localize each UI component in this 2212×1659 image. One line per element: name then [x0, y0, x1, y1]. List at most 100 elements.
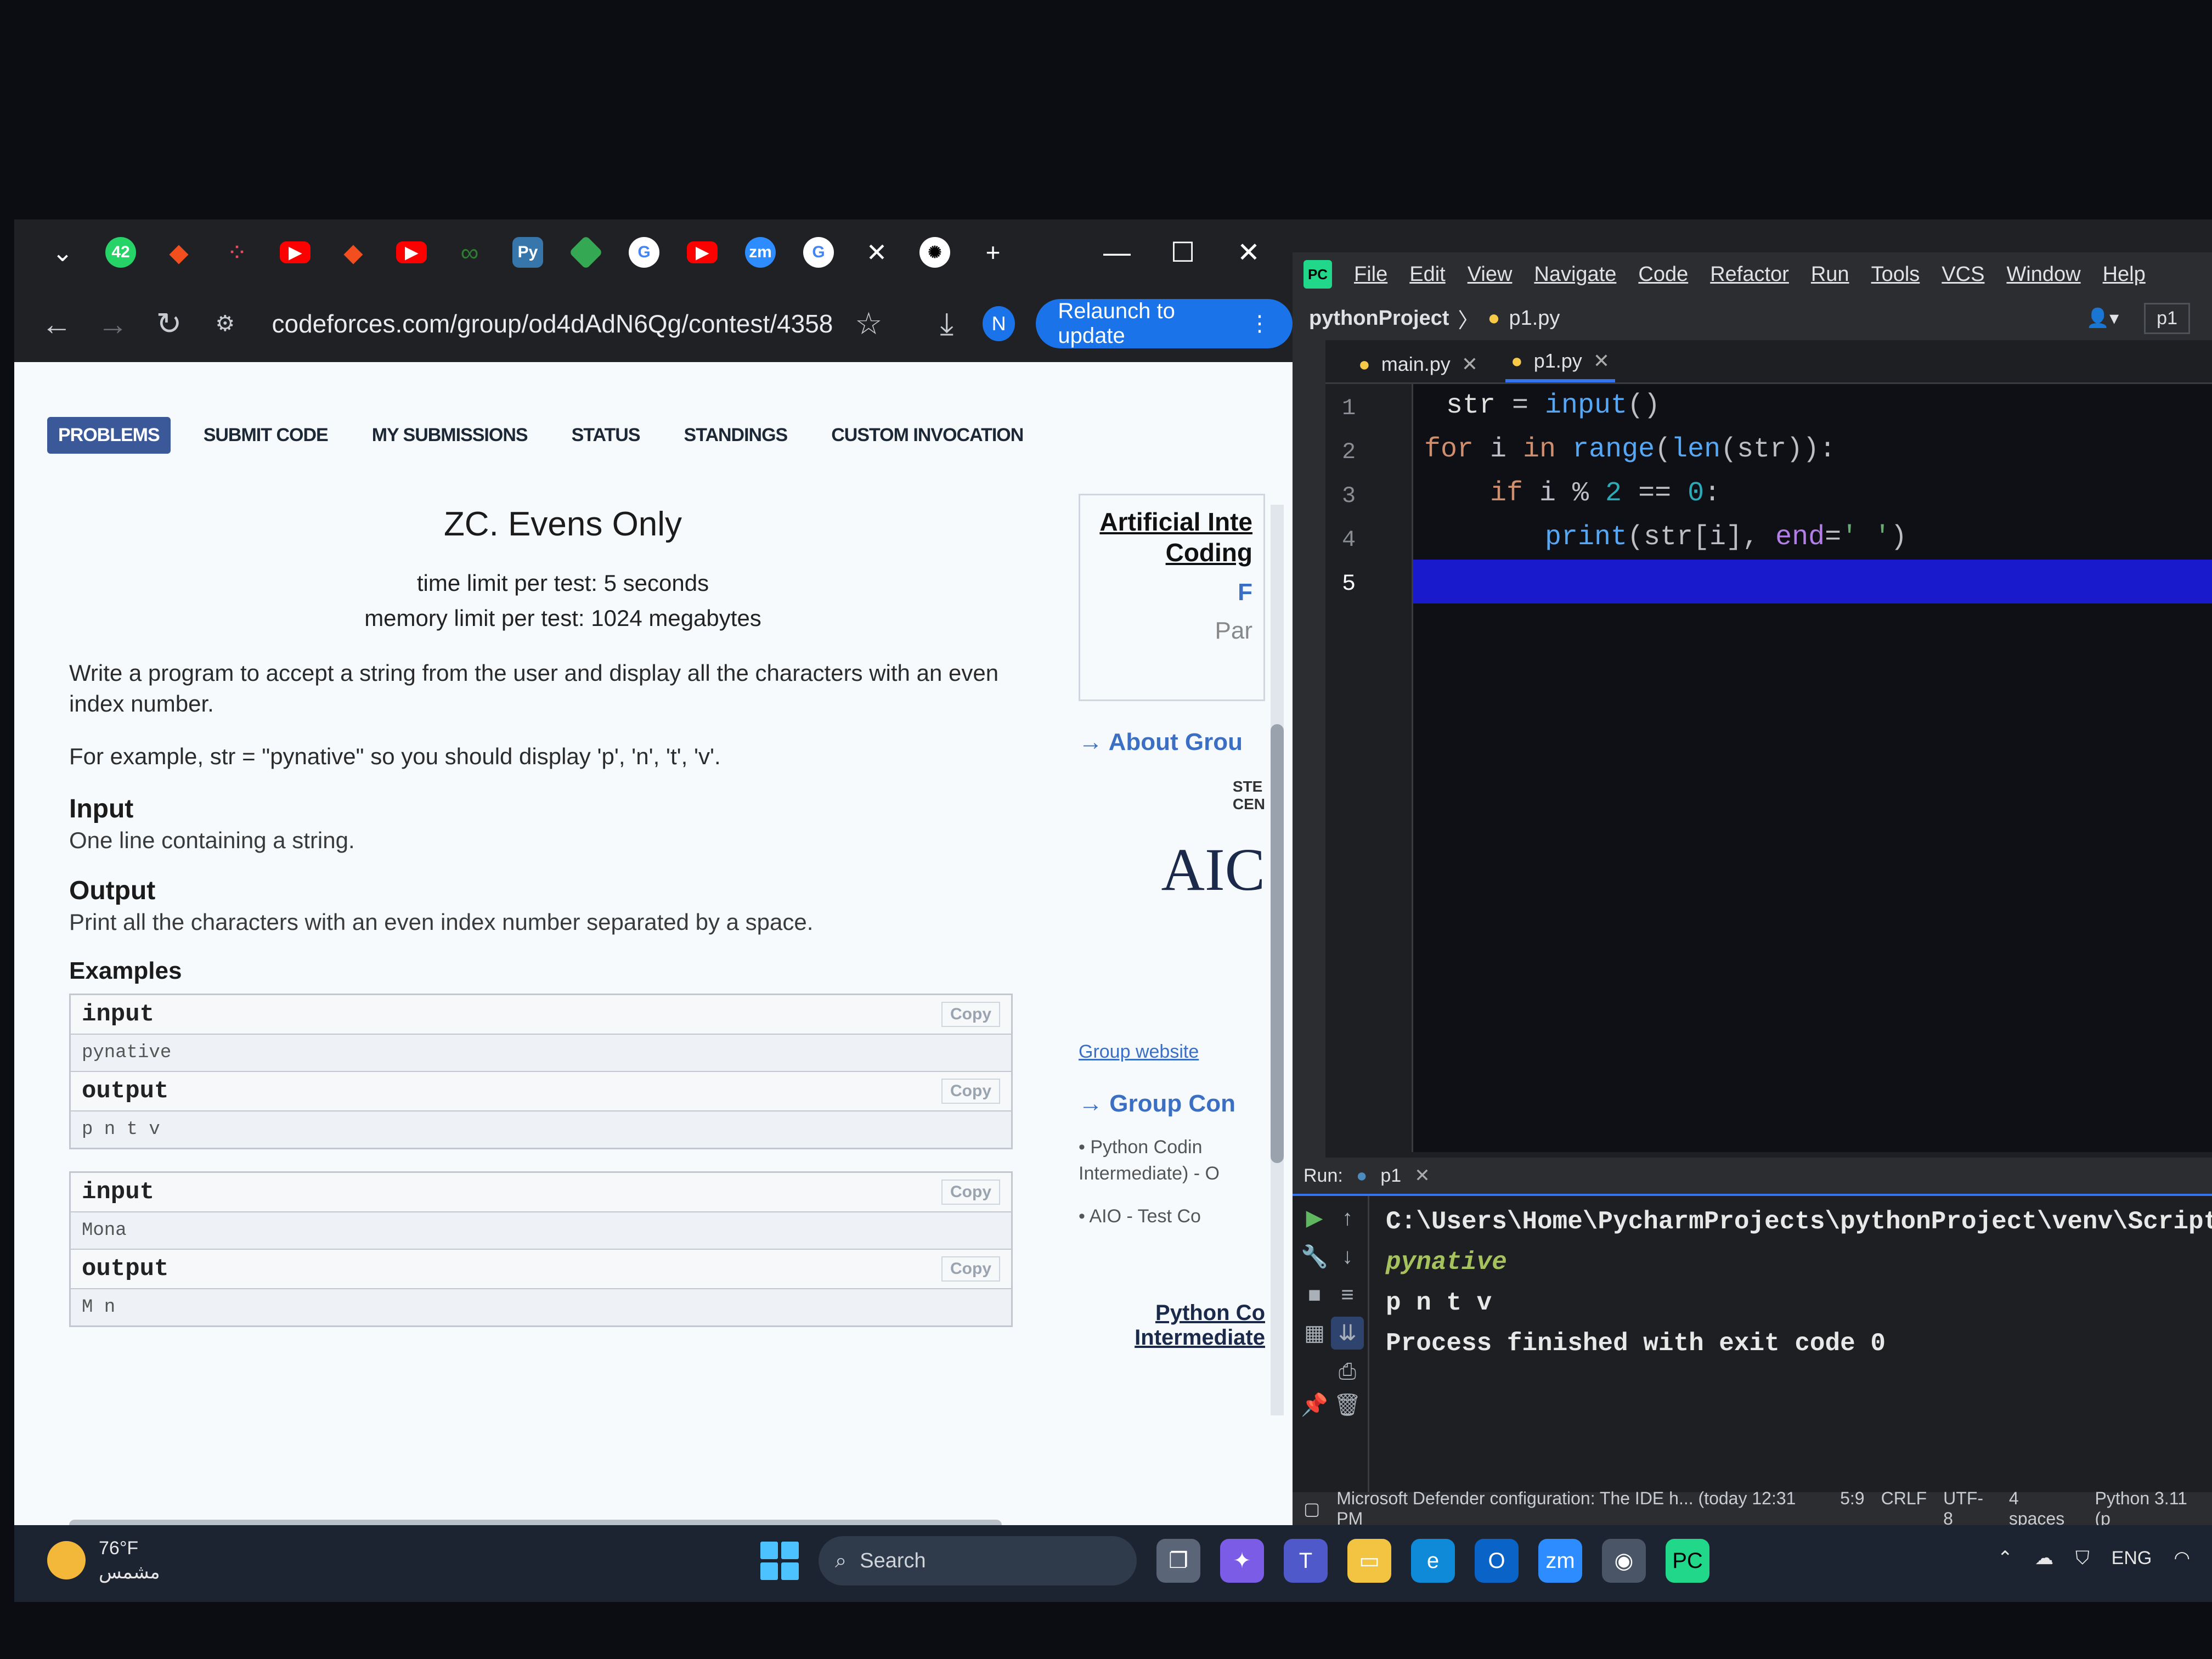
security-icon[interactable]: ⛉ — [2075, 1548, 2090, 1569]
search-box[interactable]: ⌕ Search — [819, 1536, 1137, 1585]
language-indicator[interactable]: ENG — [2112, 1548, 2152, 1569]
group-website-link[interactable]: Group website — [1079, 1041, 1265, 1063]
tab-problems[interactable]: PROBLEMS — [47, 417, 171, 454]
arrow-down-icon[interactable]: ↓ — [1331, 1240, 1364, 1273]
menu-file[interactable]: File — [1354, 263, 1387, 286]
python-icon[interactable]: Py — [501, 226, 554, 279]
user-icon[interactable]: 👤▾ — [2086, 307, 2119, 329]
start-icon[interactable] — [760, 1542, 799, 1580]
copy-button[interactable]: Copy — [941, 1180, 1000, 1205]
interpreter[interactable]: Python 3.11 (p — [2095, 1488, 2207, 1525]
menu-help[interactable]: Help — [2103, 263, 2146, 286]
menu-tools[interactable]: Tools — [1871, 263, 1920, 286]
more-menu-icon[interactable]: ⋮ — [1249, 311, 1271, 336]
soft-wrap-icon[interactable]: ≡ — [1331, 1278, 1364, 1311]
panel-toggle-icon[interactable]: ▢ — [1304, 1498, 1320, 1519]
tab-status[interactable]: STATUS — [561, 417, 651, 454]
leetcode-icon[interactable]: ∞ — [443, 226, 496, 279]
download-icon[interactable]: ⤓ — [927, 302, 967, 346]
youtube-icon[interactable]: ▶ — [676, 226, 729, 279]
back-icon[interactable]: ← — [36, 302, 77, 346]
breadcrumb-project[interactable]: pythonProject — [1309, 307, 1449, 330]
file-explorer-icon[interactable]: ▭ — [1347, 1539, 1391, 1583]
close-icon[interactable]: ✕ — [850, 226, 903, 279]
layout-icon[interactable]: ▦ — [1298, 1317, 1331, 1350]
openai-icon[interactable]: ✺ — [909, 226, 961, 279]
contest-item-1[interactable]: • Python Codin Intermediate) - O — [1079, 1134, 1265, 1187]
stop-icon[interactable]: ■ — [1298, 1278, 1331, 1311]
trash-icon[interactable]: 🗑 — [1331, 1388, 1364, 1421]
chevron-up-icon[interactable]: ⌃ — [1997, 1547, 2013, 1569]
copy-button[interactable]: Copy — [941, 1079, 1000, 1104]
maximize-icon[interactable]: ☐ — [1161, 230, 1205, 274]
forward-icon[interactable]: → — [92, 302, 133, 346]
edge-icon[interactable]: e — [1411, 1539, 1455, 1583]
tab-main-py[interactable]: ● main.py ✕ — [1353, 353, 1483, 382]
relaunch-button[interactable]: Relaunch to update ⋮ — [1036, 299, 1293, 348]
site-settings-icon[interactable]: ⚙ — [205, 302, 245, 346]
intermediate-link[interactable]: Intermediate — [1079, 1325, 1265, 1350]
whatsapp-icon[interactable]: 42 — [94, 226, 147, 279]
tab-p1-py[interactable]: ● p1.py ✕ — [1505, 349, 1615, 382]
close-icon[interactable]: ✕ — [1593, 349, 1610, 373]
scroll-to-end-icon[interactable]: ⇊ — [1331, 1317, 1364, 1350]
group-subtitle[interactable]: Coding — [1091, 537, 1252, 568]
onedrive-icon[interactable]: ☁ — [2035, 1547, 2053, 1569]
wrench-icon[interactable]: 🔧 — [1298, 1240, 1331, 1273]
rerun-icon[interactable]: ▶ — [1298, 1201, 1331, 1234]
console-output[interactable]: C:\Users\Home\PycharmProjects\pythonProj… — [1386, 1201, 2212, 1487]
copy-button[interactable]: Copy — [941, 1002, 1000, 1027]
status-message[interactable]: Microsoft Defender configuration: The ID… — [1336, 1488, 1824, 1525]
youtube-icon[interactable]: ▶ — [269, 226, 321, 279]
group-contests-link[interactable]: → Group Con — [1079, 1090, 1265, 1118]
arrow-up-icon[interactable]: ↑ — [1331, 1201, 1364, 1234]
tab-submit-code[interactable]: SUBMIT CODE — [193, 417, 339, 454]
zoom-app-icon[interactable]: zm — [1538, 1539, 1582, 1583]
close-icon[interactable]: ✕ — [1414, 1165, 1430, 1187]
tab-my-submissions[interactable]: MY SUBMISSIONS — [361, 417, 539, 454]
weather-widget[interactable]: 76°F مشمس — [47, 1536, 160, 1584]
wifi-icon[interactable]: ◠ — [2174, 1547, 2190, 1569]
copy-button[interactable]: Copy — [941, 1256, 1000, 1282]
about-group-link[interactable]: → About Grou — [1079, 729, 1265, 756]
pycharm-app-icon[interactable]: PC — [1666, 1539, 1709, 1583]
figma-icon[interactable]: ◆ — [327, 226, 380, 279]
pin-icon[interactable]: 📌 — [1298, 1388, 1331, 1421]
menu-window[interactable]: Window — [2006, 263, 2080, 286]
google-icon[interactable]: G — [618, 226, 670, 279]
minimize-icon[interactable]: — — [1095, 230, 1139, 274]
code-editor[interactable]: str = input() for i in range(len(str)): … — [1413, 384, 2212, 1152]
figma-icon[interactable]: ◆ — [153, 226, 205, 279]
close-icon[interactable]: ✕ — [1462, 353, 1478, 376]
line-separator[interactable]: CRLF — [1881, 1488, 1927, 1525]
caret-position[interactable]: 5:9 — [1840, 1488, 1864, 1525]
menu-refactor[interactable]: Refactor — [1710, 263, 1789, 286]
menu-navigate[interactable]: Navigate — [1534, 263, 1616, 286]
run-config-selector[interactable]: p1 — [2144, 302, 2190, 334]
dots-icon[interactable]: ⁘ — [211, 226, 263, 279]
url-field[interactable]: codeforces.com/group/od4dAdN6Qg/contest/… — [272, 309, 833, 338]
bookmark-star-icon[interactable]: ☆ — [848, 302, 889, 346]
menu-code[interactable]: Code — [1638, 263, 1688, 286]
tab-standings[interactable]: STANDINGS — [673, 417, 799, 454]
run-tab[interactable]: p1 — [1380, 1165, 1401, 1187]
breadcrumb-file[interactable]: p1.py — [1509, 307, 1560, 330]
print-icon[interactable]: ⎙ — [1331, 1355, 1364, 1388]
reload-icon[interactable]: ↻ — [149, 302, 189, 346]
menu-vcs[interactable]: VCS — [1942, 263, 1984, 286]
extension-icon[interactable] — [560, 226, 612, 279]
google-icon[interactable]: G — [792, 226, 845, 279]
tab-list-dropdown-icon[interactable]: ⌄ — [36, 226, 89, 279]
menu-run[interactable]: Run — [1811, 263, 1849, 286]
contest-item-2[interactable]: • AIO - Test Co — [1079, 1203, 1265, 1229]
profile-avatar[interactable]: N — [982, 306, 1015, 341]
menu-view[interactable]: View — [1468, 263, 1513, 286]
zoom-icon[interactable]: zm — [734, 226, 787, 279]
task-view-icon[interactable]: ❐ — [1156, 1539, 1200, 1583]
group-title[interactable]: Artificial Inte — [1091, 506, 1252, 537]
indent-setting[interactable]: 4 spaces — [2009, 1488, 2079, 1525]
close-window-icon[interactable]: ✕ — [1227, 230, 1271, 274]
tab-custom-invocation[interactable]: CUSTOM INVOCATION — [820, 417, 1034, 454]
teams-icon[interactable]: T — [1284, 1539, 1328, 1583]
scrollbar-thumb[interactable] — [1271, 724, 1284, 1163]
